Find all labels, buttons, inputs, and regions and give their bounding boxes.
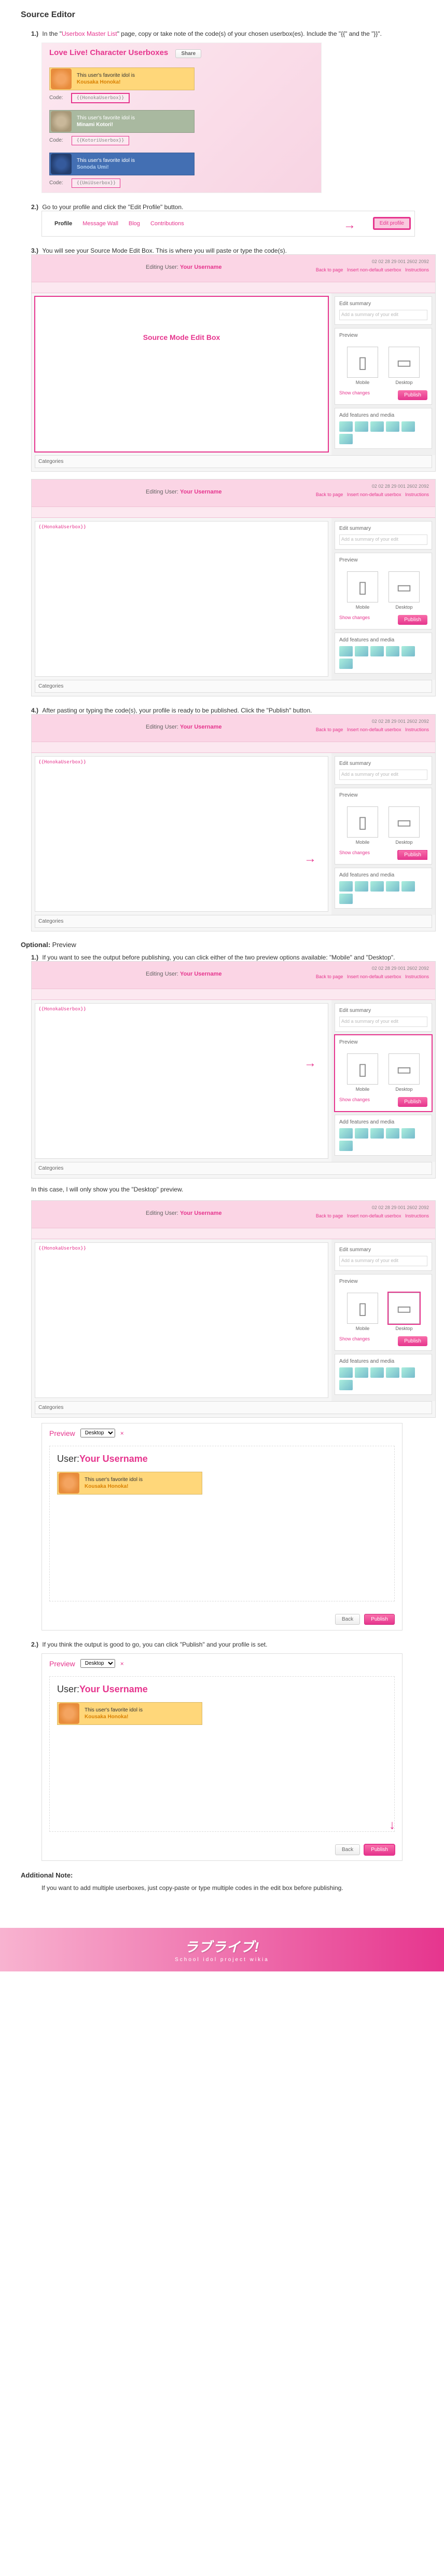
screenshot-preview-options: Editing User: Your Username 02 02 28 29 … — [31, 961, 436, 1179]
arrow-icon: → — [386, 1819, 401, 1832]
logo-sub: School idol project wikia — [175, 1957, 269, 1963]
additional-heading: Additional Note: — [21, 1871, 423, 1879]
edit-profile-button[interactable]: Edit profile — [373, 217, 410, 229]
screenshot-editor-empty: Editing User: Your Username 02 02 28 29 … — [31, 254, 436, 472]
master-list-link[interactable]: Userbox Master List — [62, 30, 117, 37]
screenshot-editor-filled: Editing User: Your Username 02 02 28 29 … — [31, 479, 436, 696]
avatar-umi — [51, 154, 72, 174]
screenshot-profile-tabs: Profile Message Wall Blog Contributions … — [41, 211, 415, 237]
preview-panel-1: Preview Desktop × User:Your Username Thi… — [41, 1423, 403, 1630]
preview-publish-button[interactable]: Publish — [364, 1614, 395, 1625]
preview-desktop[interactable]: ▭ — [388, 347, 420, 378]
step-2: 2.) Go to your profile and click the "Ed… — [21, 203, 423, 211]
close-icon[interactable]: × — [120, 1430, 124, 1437]
arrow-icon: → — [343, 218, 356, 232]
optional-step-2: 2.) If you think the output is good to g… — [21, 1641, 423, 1648]
publish-button[interactable]: Publish — [398, 390, 427, 400]
optional-note: In this case, I will only show you the "… — [21, 1186, 423, 1193]
preview-panel-2: Preview Desktop × User:Your Username Thi… — [41, 1653, 403, 1861]
back-button[interactable]: Back — [335, 1614, 360, 1625]
tab-blog[interactable]: Blog — [123, 221, 145, 227]
userbox-honoka: This user's favorite idol isKousaka Hono… — [49, 67, 195, 90]
editor-toolbar[interactable] — [32, 282, 435, 293]
code-umi: {{UmiUserbox}} — [72, 179, 120, 188]
source-edit-box[interactable]: Source Mode Edit Box — [35, 296, 328, 452]
screenshot-userbox-list: Love Live! Character Userboxes Share Thi… — [41, 43, 322, 193]
userbox-preview: This user's favorite idol isKousaka Hono… — [57, 1472, 202, 1495]
additional-text: If you want to add multiple userboxes, j… — [21, 1884, 423, 1892]
arrow-icon: → — [304, 1056, 316, 1071]
tab-profile[interactable]: Profile — [49, 221, 77, 227]
screenshot-editor-publish: Editing User: Your Username 02 02 28 29 … — [31, 714, 436, 931]
preview-label: Preview — [49, 1429, 75, 1437]
share-button[interactable]: Share — [175, 49, 201, 58]
screenshot-desktop-selected: Editing User: Your Username 02 02 28 29 … — [31, 1200, 436, 1418]
final-publish-button[interactable]: Publish — [364, 1844, 395, 1855]
source-edit-box-filled[interactable]: {{HonokaUserbox}} — [35, 521, 328, 677]
arrow-icon: → — [304, 852, 316, 866]
close-icon[interactable]: × — [120, 1660, 124, 1667]
optional-step-1: 1.) If you want to see the output before… — [21, 954, 423, 961]
optional-heading: Optional: Preview — [21, 941, 423, 949]
logo-main: ラブライブ! — [175, 1937, 269, 1956]
avatar-honoka — [51, 68, 72, 89]
step-3: 3.) You will see your Source Mode Edit B… — [21, 247, 423, 254]
page-title: Source Editor — [21, 10, 423, 20]
tab-contrib[interactable]: Contributions — [145, 221, 189, 227]
logo-footer: ラブライブ! School idol project wikia — [0, 1928, 444, 1971]
avatar-kotori — [51, 111, 72, 132]
preview-mode-select[interactable]: Desktop — [80, 1429, 115, 1437]
summary-input[interactable]: Add a summary of your edit — [339, 310, 427, 320]
publish-button-hl[interactable]: Publish — [398, 850, 427, 860]
step-1: 1.) In the "Userbox Master List" page, c… — [21, 30, 423, 37]
preview-title: User:Your Username — [57, 1454, 387, 1464]
step-1-num: 1.) — [31, 30, 38, 37]
step-1-text: In the "Userbox Master List" page, copy … — [42, 30, 382, 37]
code-honoka: {{HonokaUserbox}} — [72, 93, 129, 103]
preview-mobile[interactable]: ▯ — [347, 347, 378, 378]
userbox-umi: This user's favorite idol isSonoda Umi! — [49, 153, 195, 175]
tab-wall[interactable]: Message Wall — [77, 221, 123, 227]
code-kotori: {{KotoriUserbox}} — [72, 136, 129, 145]
ss1-title: Love Live! Character Userboxes — [49, 48, 168, 57]
step-4: 4.) After pasting or typing the code(s),… — [21, 707, 423, 714]
desktop-preview-hl[interactable]: ▭ — [388, 1293, 420, 1324]
userbox-kotori: This user's favorite idol isMinami Kotor… — [49, 110, 195, 133]
